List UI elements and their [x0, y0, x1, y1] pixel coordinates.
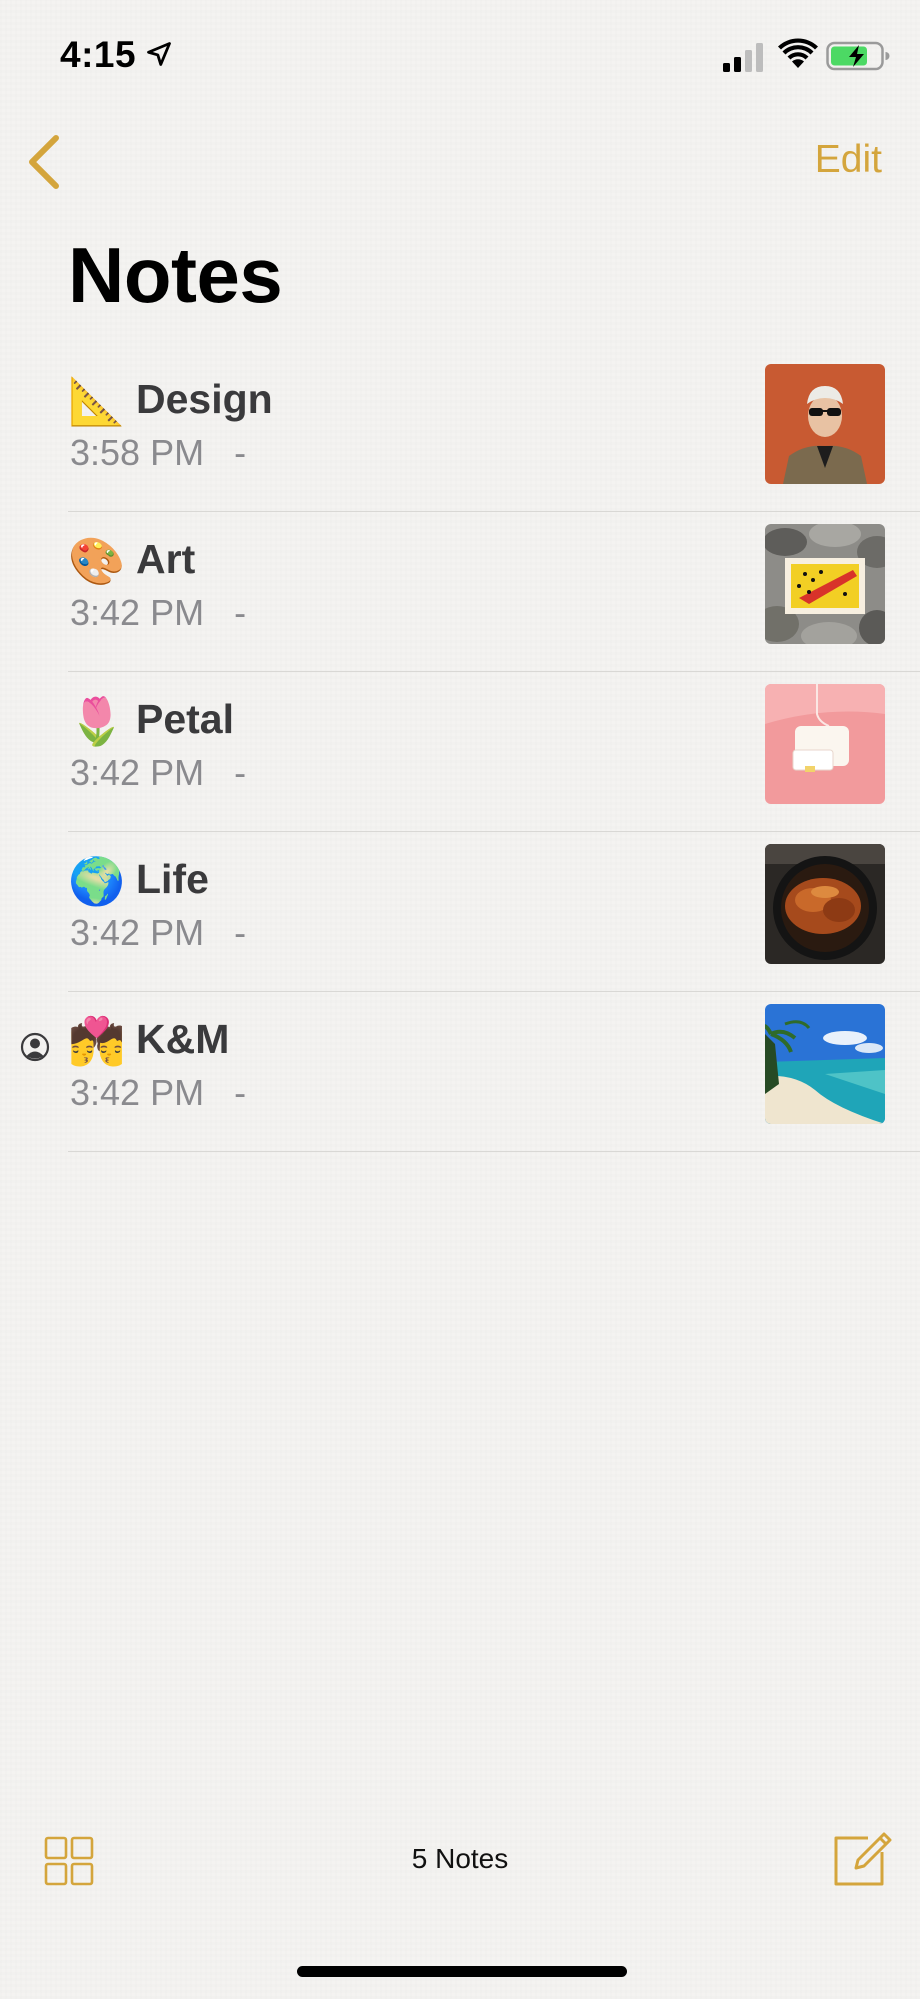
note-time: 3:42 PM [70, 912, 205, 953]
note-meta: 3:58 PM - [70, 432, 246, 474]
note-title: Life [136, 856, 209, 902]
note-title: Petal [136, 696, 234, 742]
cellular-signal-icon [723, 43, 763, 72]
page-title: Notes [68, 231, 283, 319]
location-arrow-icon [147, 42, 171, 66]
note-preview-separator: - [234, 1072, 247, 1113]
note-thumbnail-art [765, 524, 885, 644]
note-emoji: 🎨 [68, 535, 126, 587]
status-time: 4:15 [60, 34, 137, 75]
battery-charging-icon [826, 41, 890, 71]
shared-person-icon [20, 1032, 50, 1062]
note-emoji: 📐 [68, 375, 126, 427]
home-indicator[interactable] [297, 1966, 627, 1977]
note-meta: 3:42 PM - [70, 752, 246, 794]
note-emoji: 🌍 [68, 855, 126, 907]
status-bar: 4:15 [0, 0, 920, 112]
note-preview-separator: - [234, 912, 247, 953]
note-time: 3:42 PM [70, 592, 205, 633]
note-title: Art [136, 536, 196, 582]
note-preview-separator: - [234, 752, 247, 793]
note-row-life[interactable]: 🌍 Life 3:42 PM - [0, 832, 920, 992]
note-preview-separator: - [234, 592, 247, 633]
compose-note-icon[interactable] [832, 1828, 892, 1888]
note-thumbnail-beach [765, 1004, 885, 1124]
note-thumbnail-food [765, 844, 885, 964]
notes-count-label: 5 Notes [411, 1843, 509, 1874]
note-title: Design [136, 376, 273, 422]
note-emoji: 💏 [68, 1015, 126, 1067]
note-meta: 3:42 PM - [70, 592, 246, 634]
note-preview-separator: - [234, 432, 247, 473]
note-thumbnail-device [765, 684, 885, 804]
note-meta: 3:42 PM - [70, 912, 246, 954]
note-row-km[interactable]: 💏 K&M 3:42 PM - [0, 992, 920, 1152]
notes-list: 📐 Design 3:58 PM - 🎨 Art 3:42 PM - 🌷 Pet… [0, 352, 920, 1152]
note-row-art[interactable]: 🎨 Art 3:42 PM - [0, 512, 920, 672]
note-meta: 3:42 PM - [70, 1072, 246, 1114]
note-thumbnail-portrait [765, 364, 885, 484]
edit-button[interactable]: Edit [815, 138, 882, 182]
note-time: 3:42 PM [70, 752, 205, 793]
note-time: 3:58 PM [70, 432, 205, 473]
back-button[interactable] [22, 132, 66, 192]
note-time: 3:42 PM [70, 1072, 205, 1113]
row-divider [68, 1151, 920, 1152]
wifi-icon [778, 38, 818, 68]
note-title: K&M [136, 1016, 230, 1062]
note-emoji: 🌷 [68, 695, 126, 747]
note-row-design[interactable]: 📐 Design 3:58 PM - [0, 352, 920, 512]
note-row-petal[interactable]: 🌷 Petal 3:42 PM - [0, 672, 920, 832]
notes-screen: 4:15 Edit Notes 📐 Design 3:58 PM - 🎨 Art… [0, 0, 920, 1999]
